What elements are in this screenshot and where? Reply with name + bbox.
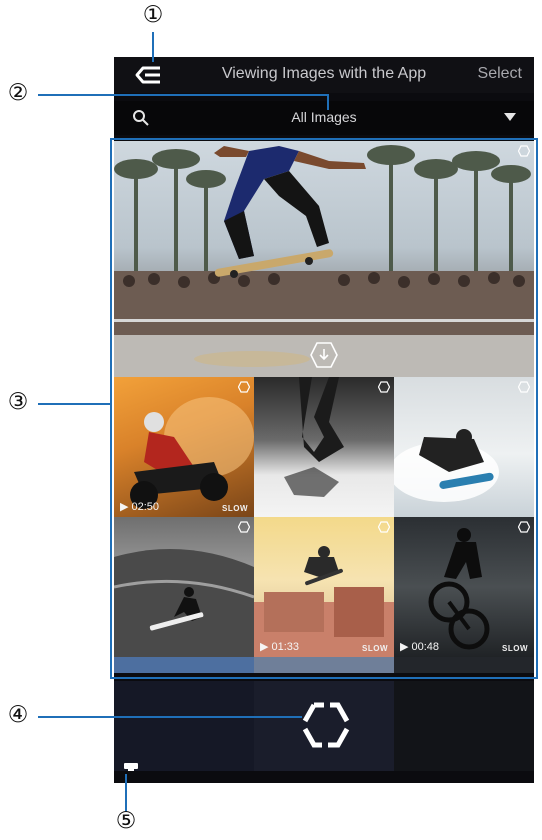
slow-motion-badge: SLOW: [362, 644, 388, 653]
page-title: Viewing Images with the App: [221, 65, 427, 82]
bmx-wheelie-photo: [428, 528, 490, 650]
top-bar: Viewing Images with the App Select: [114, 57, 534, 93]
atv-rider-photo: [130, 397, 254, 509]
media-thumbnail[interactable]: [114, 517, 254, 657]
media-thumbnail[interactable]: [254, 377, 394, 517]
select-hexagon-icon[interactable]: [518, 381, 530, 393]
loading-overlay: [114, 681, 534, 771]
media-thumbnail-partial[interactable]: [254, 657, 394, 673]
video-duration: ▶ 00:48: [400, 641, 440, 653]
download-icon[interactable]: [310, 341, 338, 369]
back-arrow-icon[interactable]: [134, 65, 164, 85]
app-screen: Viewing Images with the App Select All I…: [114, 57, 534, 783]
search-icon[interactable]: [132, 109, 150, 127]
select-hexagon-icon[interactable]: [378, 381, 390, 393]
media-thumbnail[interactable]: [394, 377, 534, 517]
callout-3: ③: [7, 389, 29, 415]
filter-dropdown[interactable]: All Images: [244, 109, 404, 125]
image-grid: ▶ 02:50 SLOW ▶ 01:33 SLOW ▶ 00:48 SLOW: [114, 141, 534, 673]
app-logo-icon: [302, 702, 350, 748]
video-duration: ▶ 01:33: [260, 641, 300, 653]
select-hexagon-icon[interactable]: [518, 521, 530, 533]
media-thumbnail[interactable]: ▶ 01:33 SLOW: [254, 517, 394, 657]
dimmed-thumbnail: [114, 681, 254, 771]
snowboarder-photo: [394, 429, 499, 502]
skate-ramp-photo: [254, 546, 394, 657]
filter-bar: All Images: [114, 101, 534, 135]
media-thumbnail[interactable]: ▶ 02:50 SLOW: [114, 377, 254, 517]
video-duration: ▶ 02:50: [120, 501, 160, 513]
callout-1: ①: [142, 2, 164, 28]
dimmed-thumbnail: [394, 681, 534, 771]
media-thumbnail-partial[interactable]: [114, 657, 254, 673]
media-thumbnail[interactable]: [114, 141, 534, 377]
select-hexagon-icon[interactable]: [378, 521, 390, 533]
select-hexagon-icon[interactable]: [238, 381, 250, 393]
surfer-photo: [114, 549, 254, 657]
callout-5: ⑤: [115, 808, 137, 834]
select-button[interactable]: Select: [478, 65, 522, 83]
media-thumbnail[interactable]: ▶ 00:48 SLOW: [394, 517, 534, 657]
callout-4: ④: [7, 702, 29, 728]
select-hexagon-icon[interactable]: [518, 145, 530, 157]
chevron-down-icon[interactable]: [504, 113, 516, 121]
camera-status-icon[interactable]: [124, 763, 138, 771]
slow-motion-badge: SLOW: [502, 644, 528, 653]
select-hexagon-icon[interactable]: [238, 521, 250, 533]
slow-motion-badge: SLOW: [222, 504, 248, 513]
media-thumbnail-partial[interactable]: [394, 657, 534, 673]
bmx-shadow-photo: [284, 377, 344, 497]
callout-2: ②: [7, 80, 29, 106]
